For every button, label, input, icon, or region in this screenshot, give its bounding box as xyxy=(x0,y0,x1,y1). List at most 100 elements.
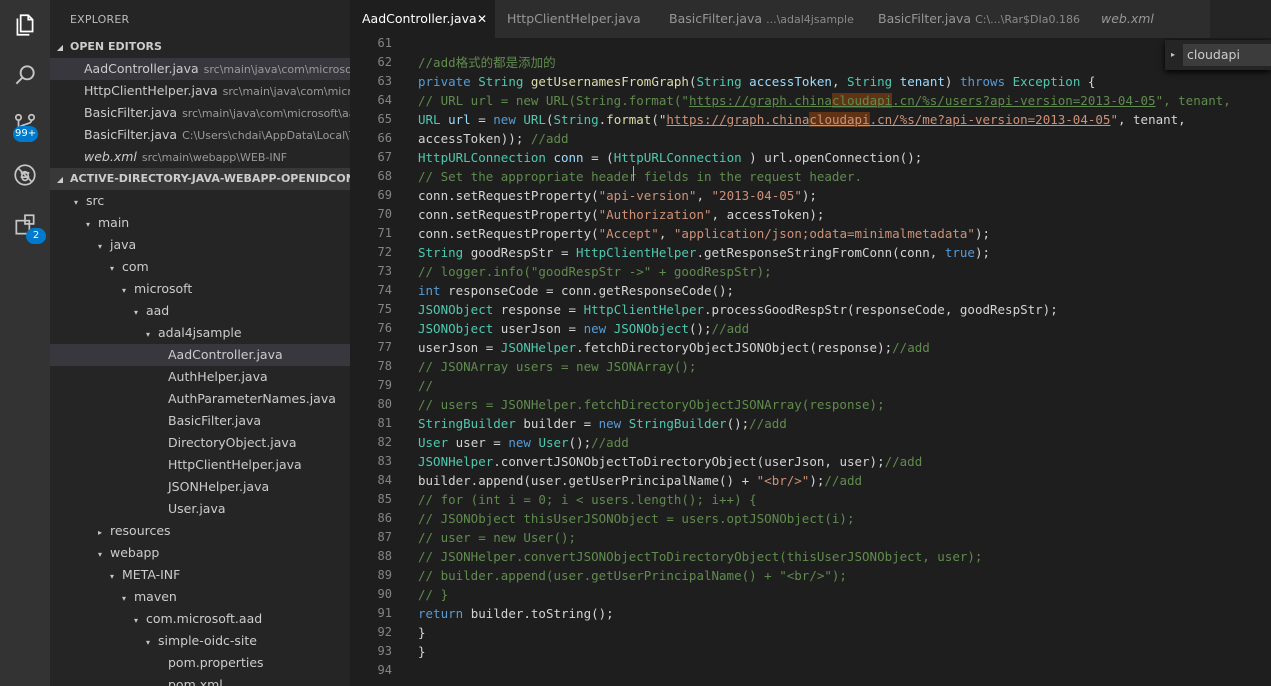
line-number: 62 xyxy=(377,55,392,69)
line-code: JSONObject response = HttpClientHelper.p… xyxy=(418,300,1058,319)
tree-folder[interactable]: ▾ META-INF xyxy=(50,564,350,586)
tree-folder[interactable]: ▾ main xyxy=(50,212,350,234)
files-icon[interactable] xyxy=(0,3,50,47)
find-widget: ▸ cloudapi xyxy=(1165,40,1271,70)
tab-httpclienthelper[interactable]: HttpClientHelper.java xyxy=(495,0,657,38)
chevron-right-icon[interactable]: ▸ xyxy=(1165,40,1181,70)
project-header[interactable]: ◢ACTIVE-DIRECTORY-JAVA-WEBAPP-OPENIDCONN… xyxy=(50,168,350,190)
tree-folder[interactable]: ▾ microsoft xyxy=(50,278,350,300)
code-token: //add格式的都是添加的 xyxy=(418,55,556,70)
tree-file[interactable]: DirectoryObject.java xyxy=(50,432,350,454)
line-code: // JSONArray users = new JSONArray(); xyxy=(418,357,696,376)
line-code: // JSONObject thisUserJSONObject = users… xyxy=(418,509,855,528)
open-editor-item[interactable]: web.xml src\main\webapp\WEB-INF xyxy=(50,146,350,168)
tree-file[interactable]: BasicFilter.java xyxy=(50,410,350,432)
code-line: 88 // JSONHelper.convertJSONObjectToDirec… xyxy=(350,547,1271,566)
tab-web-xml[interactable]: web.xml xyxy=(1089,0,1210,38)
tab-basicfilter-rar[interactable]: BasicFilter.java C:\...\Rar$DIa0.186 xyxy=(866,0,1089,38)
line-code: return builder.toString(); xyxy=(418,604,614,623)
line-code: // xyxy=(418,376,433,395)
code-token: cloudapi xyxy=(831,93,893,108)
tree-folder[interactable]: ▾ adal4jsample xyxy=(50,322,350,344)
tree-folder[interactable]: ▸ resources xyxy=(50,520,350,542)
code-token: HttpClientHelper xyxy=(576,245,697,260)
tree-folder[interactable]: ▾ maven xyxy=(50,586,350,608)
debug-icon[interactable] xyxy=(0,153,50,197)
code-token: ", tenant, xyxy=(1155,93,1231,108)
code-line: 75 JSONObject response = HttpClientHelper… xyxy=(350,300,1271,319)
code-token: response = xyxy=(500,302,584,317)
line-number: 82 xyxy=(377,435,392,449)
tree-file[interactable]: AadController.java xyxy=(50,344,350,366)
code-token: } xyxy=(418,644,426,659)
code-line: 72 String goodRespStr = HttpClientHelper.… xyxy=(350,243,1271,262)
tree-folder[interactable]: ▾ java xyxy=(50,234,350,256)
code-line: 93} xyxy=(350,642,1271,661)
tree-label: User.java xyxy=(168,501,226,516)
line-code: StringBuilder builder = new StringBuilde… xyxy=(418,414,787,433)
code-line: 67 HttpURLConnection conn = (HttpURLConne… xyxy=(350,148,1271,167)
chevron-down-icon: ▾ xyxy=(97,550,102,559)
find-input[interactable]: cloudapi xyxy=(1183,44,1271,66)
tree-file[interactable]: User.java xyxy=(50,498,350,520)
line-code: int responseCode = conn.getResponseCode(… xyxy=(418,281,734,300)
tab-aadcontroller[interactable]: AadController.java ✕ xyxy=(350,0,495,38)
tree-file[interactable]: pom.properties xyxy=(50,652,350,674)
tree-folder[interactable]: ▾ com xyxy=(50,256,350,278)
tree-label: pom.properties xyxy=(168,655,264,670)
open-editor-item[interactable]: HttpClientHelper.java src\main\java\com\m… xyxy=(50,80,350,102)
line-number: 86 xyxy=(377,511,392,525)
tree-folder[interactable]: ▾ aad xyxy=(50,300,350,322)
code-editor[interactable]: 61 62 //add格式的都是添加的 63 private String getUse… xyxy=(350,38,1271,686)
close-icon[interactable]: ✕ xyxy=(477,0,487,38)
file-name: HttpClientHelper.java xyxy=(84,83,218,98)
file-path: C:\Users\chdai\AppData\Local\Te... xyxy=(182,129,350,142)
tree-folder[interactable]: ▾ webapp xyxy=(50,542,350,564)
open-editors-header[interactable]: ◢ OPEN EDITORS xyxy=(50,36,350,58)
code-token: "api-version" xyxy=(598,188,697,203)
line-number: 71 xyxy=(377,226,392,240)
line-code: // JSONHelper.convertJSONObjectToDirecto… xyxy=(418,547,982,566)
code-token: // xyxy=(418,378,434,393)
code-token: = ( xyxy=(583,150,614,165)
line-number: 81 xyxy=(377,416,392,430)
tree-file[interactable]: JSONHelper.java xyxy=(50,476,350,498)
code-token: ) url.openConnection(); xyxy=(741,150,923,165)
code-token: , tenant, xyxy=(1117,112,1186,127)
chevron-down-icon: ▾ xyxy=(97,242,102,251)
tree-label: BasicFilter.java xyxy=(168,413,262,428)
code-line: 81 StringBuilder builder = new StringBuil… xyxy=(350,414,1271,433)
tab-basicfilter-adal4jsample[interactable]: BasicFilter.java ...\adal4jsample xyxy=(657,0,866,38)
open-editor-item[interactable]: BasicFilter.java C:\Users\chdai\AppData\L… xyxy=(50,124,350,146)
tree-label: DirectoryObject.java xyxy=(168,435,297,450)
code-token: String xyxy=(553,112,599,127)
editor-tabs: AadController.java ✕ HttpClientHelper.ja… xyxy=(350,0,1271,38)
code-token: "Authorization" xyxy=(598,207,712,222)
tree-folder[interactable]: ▾ simple-oidc-site xyxy=(50,630,350,652)
tree-file[interactable]: AuthParameterNames.java xyxy=(50,388,350,410)
tree-file[interactable]: AuthHelper.java xyxy=(50,366,350,388)
code-token: conn.setRequestProperty( xyxy=(418,226,599,241)
chevron-down-icon: ▾ xyxy=(85,220,90,229)
line-code: // Set the appropriate header fields in … xyxy=(418,167,862,186)
line-number: 74 xyxy=(377,283,392,297)
code-line: 80 // users = JSONHelper.fetchDirectoryOb… xyxy=(350,395,1271,414)
line-number: 88 xyxy=(377,549,392,563)
code-token: StringBuilder xyxy=(628,416,727,431)
code-token: getUsernamesFromGraph xyxy=(530,74,689,89)
tree-file[interactable]: pom.xml xyxy=(50,674,350,686)
open-editor-item[interactable]: BasicFilter.java src\main\java\com\micros… xyxy=(50,102,350,124)
tree-file[interactable]: HttpClientHelper.java xyxy=(50,454,350,476)
line-number: 72 xyxy=(377,245,392,259)
line-code: JSONObject userJson = new JSONObject();/… xyxy=(418,319,749,338)
code-token: responseCode = conn.getResponseCode(); xyxy=(448,283,735,298)
tree-label: simple-oidc-site xyxy=(157,633,258,648)
tree-folder[interactable]: ▾ com.microsoft.aad xyxy=(50,608,350,630)
open-editor-item[interactable]: AadController.java src\main\java\com\micr… xyxy=(50,58,350,80)
code-token: // Set the appropriate header fields in … xyxy=(418,169,863,184)
line-code: //add格式的都是添加的 xyxy=(418,53,556,72)
code-line: 85 // for (int i = 0; i < users.length();… xyxy=(350,490,1271,509)
search-icon[interactable] xyxy=(0,53,50,97)
code-token: HttpURLConnection xyxy=(613,150,742,165)
tree-folder[interactable]: ▾ src xyxy=(50,190,350,212)
